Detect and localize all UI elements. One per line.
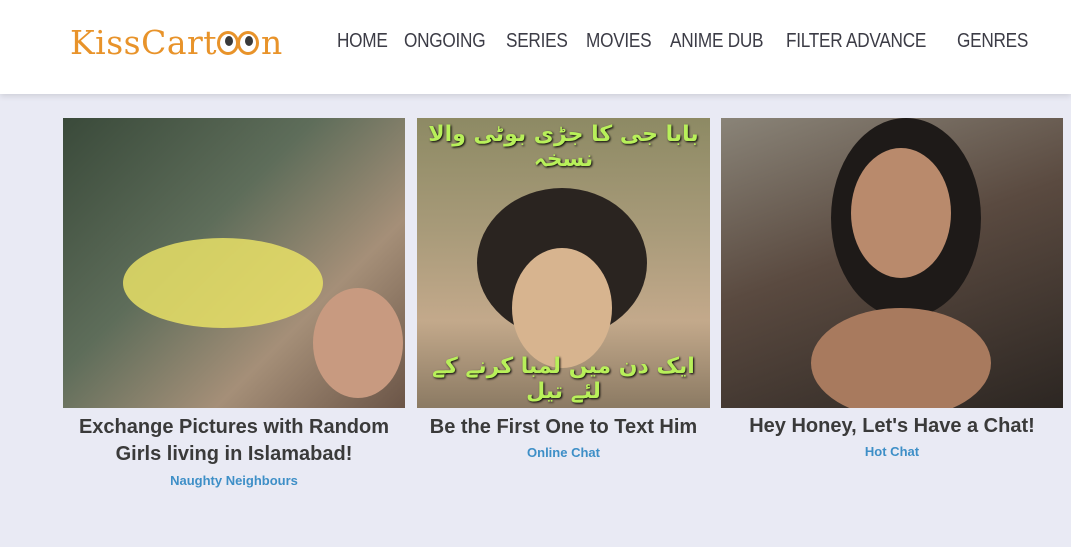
ad-image[interactable] (721, 118, 1063, 408)
nav-ongoing[interactable]: ONGOING (404, 30, 486, 53)
ad-source[interactable]: Online Chat (417, 445, 710, 460)
main-nav: HOME ONGOING SERIES MOVIES ANIME DUB FIL… (337, 30, 1040, 53)
ad-title[interactable]: Hey Honey, Let's Have a Chat! (721, 413, 1063, 440)
ad-overlay-text: بابا جی کا جڑی بوٹی والا نسخہ (428, 122, 699, 172)
nav-filter-advance[interactable]: FILTER ADVANCE (786, 30, 926, 53)
logo-eyes-icon (217, 27, 261, 57)
nav-anime-dub[interactable]: ANIME DUB (670, 30, 764, 53)
logo-text-prefix: KissCart (70, 22, 218, 62)
site-header: KissCart n HOME ONGOING SERIES MOVIES AN… (0, 0, 1071, 94)
nav-movies[interactable]: MOVIES (586, 30, 652, 53)
nav-genres[interactable]: GENRES (957, 30, 1028, 53)
logo-text-suffix: n (261, 22, 283, 62)
ad-source[interactable]: Hot Chat (721, 444, 1063, 459)
ad-image[interactable] (63, 118, 405, 408)
kisscartoon-logo[interactable]: KissCart n (70, 18, 283, 66)
ad-title[interactable]: Be the First One to Text Him (417, 414, 710, 441)
ad-image[interactable]: بابا جی کا جڑی بوٹی والا نسخہ ایک دن میں… (417, 118, 710, 408)
nav-series[interactable]: SERIES (506, 30, 568, 53)
ad-title[interactable]: Exchange Pictures with Random Girls livi… (63, 414, 405, 468)
ad-source[interactable]: Naughty Neighbours (63, 473, 405, 488)
ad-overlay-text: ایک دن میں لمبا کرنے کے لئے تیل (432, 354, 695, 404)
nav-home[interactable]: HOME (337, 30, 388, 53)
